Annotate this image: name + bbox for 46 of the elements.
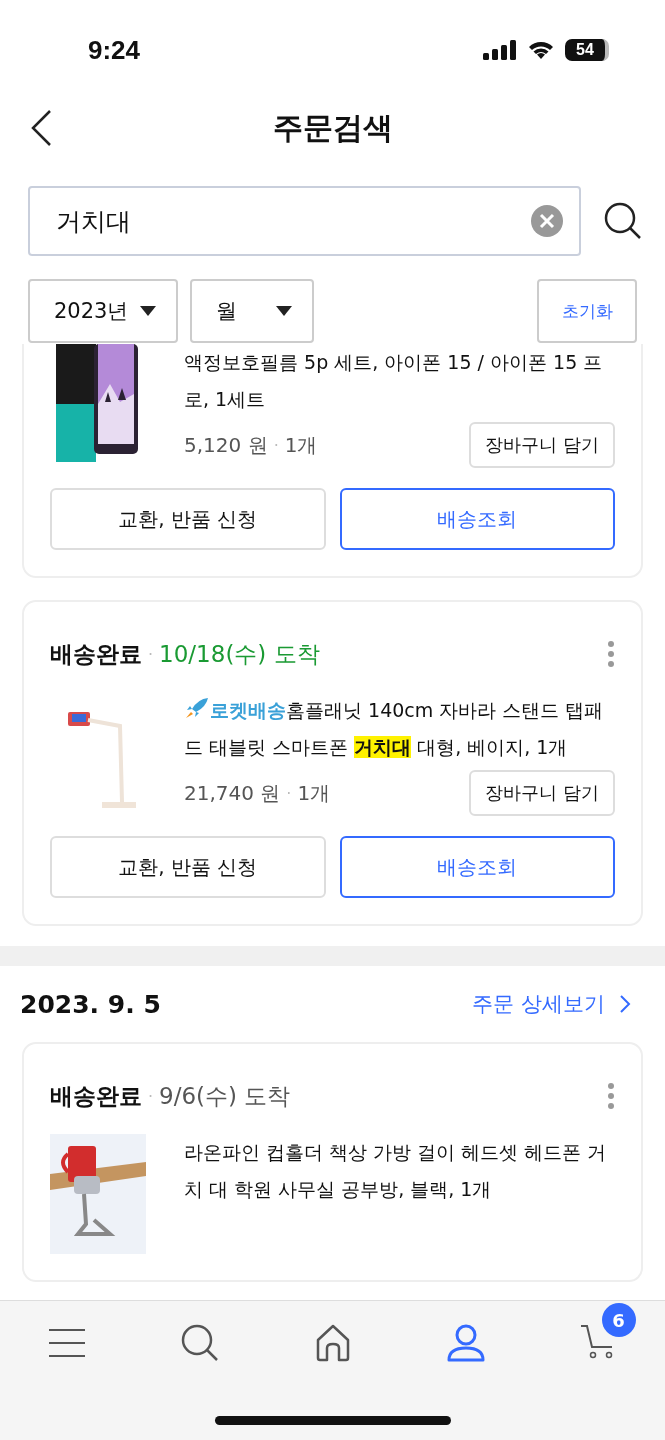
signal-icon <box>483 40 517 60</box>
clear-icon[interactable] <box>531 205 563 237</box>
separator-dot: · <box>273 435 279 455</box>
order-date: 2023. 9. 5 <box>20 989 161 1019</box>
exchange-return-button[interactable]: 교환, 반품 신청 <box>50 836 326 898</box>
product-title[interactable]: 라온파인 컵홀더 책상 가방 걸이 헤드셋 헤드폰 거치 대 학원 사무실 공부방, 블랙, 1개 <box>184 1134 615 1208</box>
exchange-return-button[interactable]: 교환, 반품 신청 <box>50 488 326 550</box>
delivery-status: 배송완료 <box>50 1081 142 1111</box>
add-to-cart-button[interactable]: 장바구니 담기 <box>469 770 615 816</box>
add-to-cart-button[interactable]: 장바구니 담기 <box>469 422 615 468</box>
price-text: 21,740 원 <box>184 779 281 807</box>
back-icon[interactable] <box>30 109 54 147</box>
search-icon[interactable] <box>180 1324 219 1362</box>
chevron-icon <box>619 994 631 1014</box>
order-detail-link[interactable]: 주문 상세보기 <box>472 990 645 1018</box>
search-field[interactable]: 거치대 <box>28 186 581 256</box>
product-title[interactable]: 액정보호필름 5p 세트, 아이폰 15 / 아이폰 15 프로, 1세트 <box>184 344 615 418</box>
arrival-date: 10/18(수) 도착 <box>159 639 320 669</box>
search-icon[interactable] <box>603 201 643 241</box>
separator-dot: · <box>148 644 154 664</box>
track-delivery-button[interactable]: 배송조회 <box>339 488 615 550</box>
quantity-text: 1개 <box>284 431 318 459</box>
quantity-text: 1개 <box>297 779 331 807</box>
price-text: 5,120 원 <box>184 431 268 459</box>
more-icon[interactable] <box>607 1082 615 1110</box>
home-icon[interactable] <box>314 1324 351 1362</box>
arrival-date: 9/6(수) 도착 <box>159 1081 291 1111</box>
separator-dot: · <box>148 1086 154 1106</box>
separator-dot: · <box>286 783 292 803</box>
page-title: 주문검색 <box>272 108 393 147</box>
status-time: 9:24 <box>88 34 141 66</box>
delivery-status: 배송완료 <box>50 639 142 669</box>
battery-icon: 54 <box>565 39 609 61</box>
account-icon[interactable] <box>445 1323 486 1363</box>
wifi-icon <box>527 40 555 60</box>
year-dropdown[interactable]: 2023년 <box>28 279 178 343</box>
track-delivery-button[interactable]: 배송조회 <box>339 836 615 898</box>
menu-icon[interactable] <box>47 1328 86 1358</box>
month-dropdown[interactable]: 월 <box>190 279 314 343</box>
product-title[interactable]: 로켓배송홈플래닛 140cm 자바라 스탠드 탭패드 태블릿 스마트폰 거치대 대형, 베이지, 1개 <box>184 692 615 766</box>
caret-icon <box>140 306 156 316</box>
rocket-icon <box>184 697 210 719</box>
caret-icon <box>276 306 292 316</box>
cart-count-badge: 6 <box>601 1303 636 1337</box>
more-icon[interactable] <box>607 640 615 668</box>
reset-button[interactable]: 초기화 <box>537 279 637 343</box>
